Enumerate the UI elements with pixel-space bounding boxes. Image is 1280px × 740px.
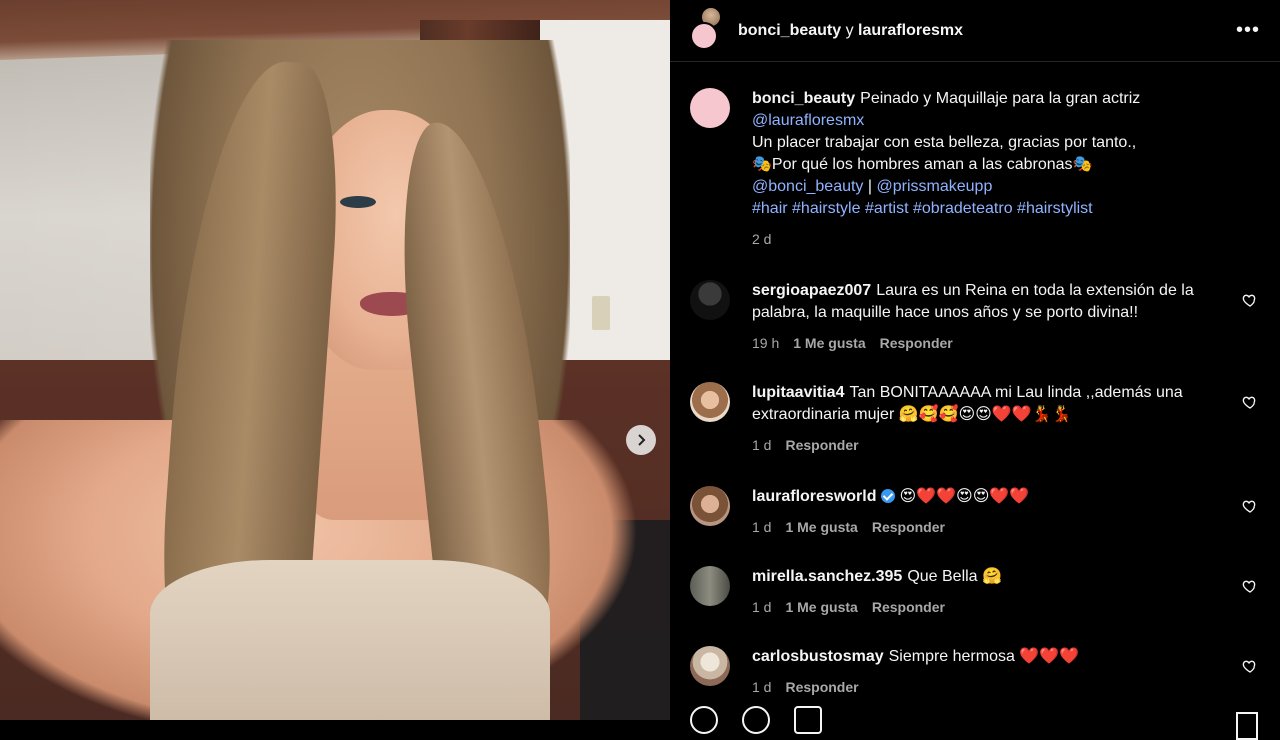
header-user2-link[interactable]: laurafloresmx [858,22,963,39]
comment-username[interactable]: lupitaavitia4 [752,384,844,401]
comment: carlosbustosmay Siempre hermosa ❤️❤️❤️ 1 … [690,646,1260,698]
chevron-right-icon [638,434,646,446]
caption-username[interactable]: bonci_beauty [752,90,855,107]
caption-mention-2[interactable]: @bonci_beauty [752,178,863,195]
avatar[interactable] [690,280,730,320]
like-post-icon[interactable] [690,706,718,734]
comment: lupitaavitia4 Tan BONITAAAAAA mi Lau lind… [690,382,1260,456]
avatar[interactable] [690,566,730,606]
comment-time[interactable]: 19 h [752,332,779,354]
heart-icon[interactable] [1242,498,1258,514]
comments-feed[interactable]: bonci_beauty Peinado y Maquillaje para la… [670,62,1280,698]
photo-left-eye [340,196,376,208]
header-user1-link[interactable]: bonci_beauty [738,22,841,39]
comment-reply-button[interactable]: Responder [872,596,945,618]
comment-likes[interactable]: 1 Me gusta [785,596,857,618]
comment-body: laurafloresworld 😍❤️❤️😍😍❤️❤️ 1 d 1 Me gus… [752,486,1260,538]
comment-icon[interactable] [742,706,770,734]
comment-reply-button[interactable]: Responder [880,332,953,354]
photo-dress [150,560,550,720]
avatar[interactable] [690,486,730,526]
collab-avatars[interactable] [690,5,724,50]
comment-body: carlosbustosmay Siempre hermosa ❤️❤️❤️ 1 … [752,646,1260,698]
avatar[interactable] [690,382,730,422]
comment-time[interactable]: 1 d [752,434,771,456]
caption-mention[interactable]: @laurafloresmx [752,112,864,129]
comment-reply-button[interactable]: Responder [872,516,945,538]
caption-line1: Peinado y Maquillaje para la gran actriz [860,90,1141,107]
comment-text: Que Bella 🤗 [907,568,1002,585]
comment-body: mirella.sanchez.395 Que Bella 🤗 1 d 1 Me … [752,566,1260,618]
comment-body: sergioapaez007 Laura es un Reina en toda … [752,280,1260,354]
post-header: bonci_beauty y laurafloresmx ••• [670,0,1280,62]
comment-reply-button[interactable]: Responder [785,434,858,456]
photo-light-switch [592,296,610,330]
comment-username[interactable]: mirella.sanchez.395 [752,568,902,585]
heart-icon[interactable] [1242,394,1258,410]
more-options-icon[interactable]: ••• [1236,19,1260,42]
heart-icon[interactable] [1242,292,1258,308]
comment-time[interactable]: 1 d [752,596,771,618]
header-separator: y [845,21,854,39]
comment-likes[interactable]: 1 Me gusta [793,332,865,354]
header-title: bonci_beauty y laurafloresmx [738,22,963,40]
post-viewer: bonci_beauty y laurafloresmx ••• bonci_b… [0,0,1280,740]
caption-time[interactable]: 2 d [752,228,771,250]
post-actions-bar [690,706,822,734]
avatar[interactable] [690,88,730,128]
share-icon[interactable] [794,706,822,734]
caption-line3: 🎭Por qué los hombres aman a las cabronas… [752,156,1093,173]
heart-icon[interactable] [1242,658,1258,674]
avatar-bonci-beauty[interactable] [690,21,718,50]
post-caption: bonci_beauty Peinado y Maquillaje para la… [690,88,1260,250]
next-photo-button[interactable] [626,425,656,455]
comment-time[interactable]: 1 d [752,676,771,698]
comment-likes[interactable]: 1 Me gusta [785,516,857,538]
avatar[interactable] [690,646,730,686]
post-side-panel: bonci_beauty y laurafloresmx ••• bonci_b… [670,0,1280,740]
comment-username[interactable]: sergioapaez007 [752,282,871,299]
comment-time[interactable]: 1 d [752,516,771,538]
comment-text: Siempre hermosa ❤️❤️❤️ [888,648,1080,665]
caption-body: bonci_beauty Peinado y Maquillaje para la… [752,88,1260,250]
comment: mirella.sanchez.395 Que Bella 🤗 1 d 1 Me … [690,566,1260,618]
verified-badge-icon [881,489,896,503]
post-photo [0,0,670,720]
caption-hashtags[interactable]: #hair #hairstyle #artist #obradeteatro #… [752,198,1260,220]
comment-body: lupitaavitia4 Tan BONITAAAAAA mi Lau lind… [752,382,1260,456]
comment-text: 😍❤️❤️😍😍❤️❤️ [899,488,1030,505]
comment-username[interactable]: carlosbustosmay [752,648,884,665]
comment-username[interactable]: laurafloresworld [752,488,876,505]
comment: sergioapaez007 Laura es un Reina en toda … [690,280,1260,354]
caption-line2: Un placer trabajar con esta belleza, gra… [752,134,1137,151]
heart-icon[interactable] [1242,578,1258,594]
caption-pipe: | [867,178,873,195]
save-bookmark-icon[interactable] [1236,712,1258,740]
comment-reply-button[interactable]: Responder [785,676,858,698]
comment: laurafloresworld 😍❤️❤️😍😍❤️❤️ 1 d 1 Me gus… [690,486,1260,538]
caption-mention-3[interactable]: @prissmakeupp [877,178,993,195]
